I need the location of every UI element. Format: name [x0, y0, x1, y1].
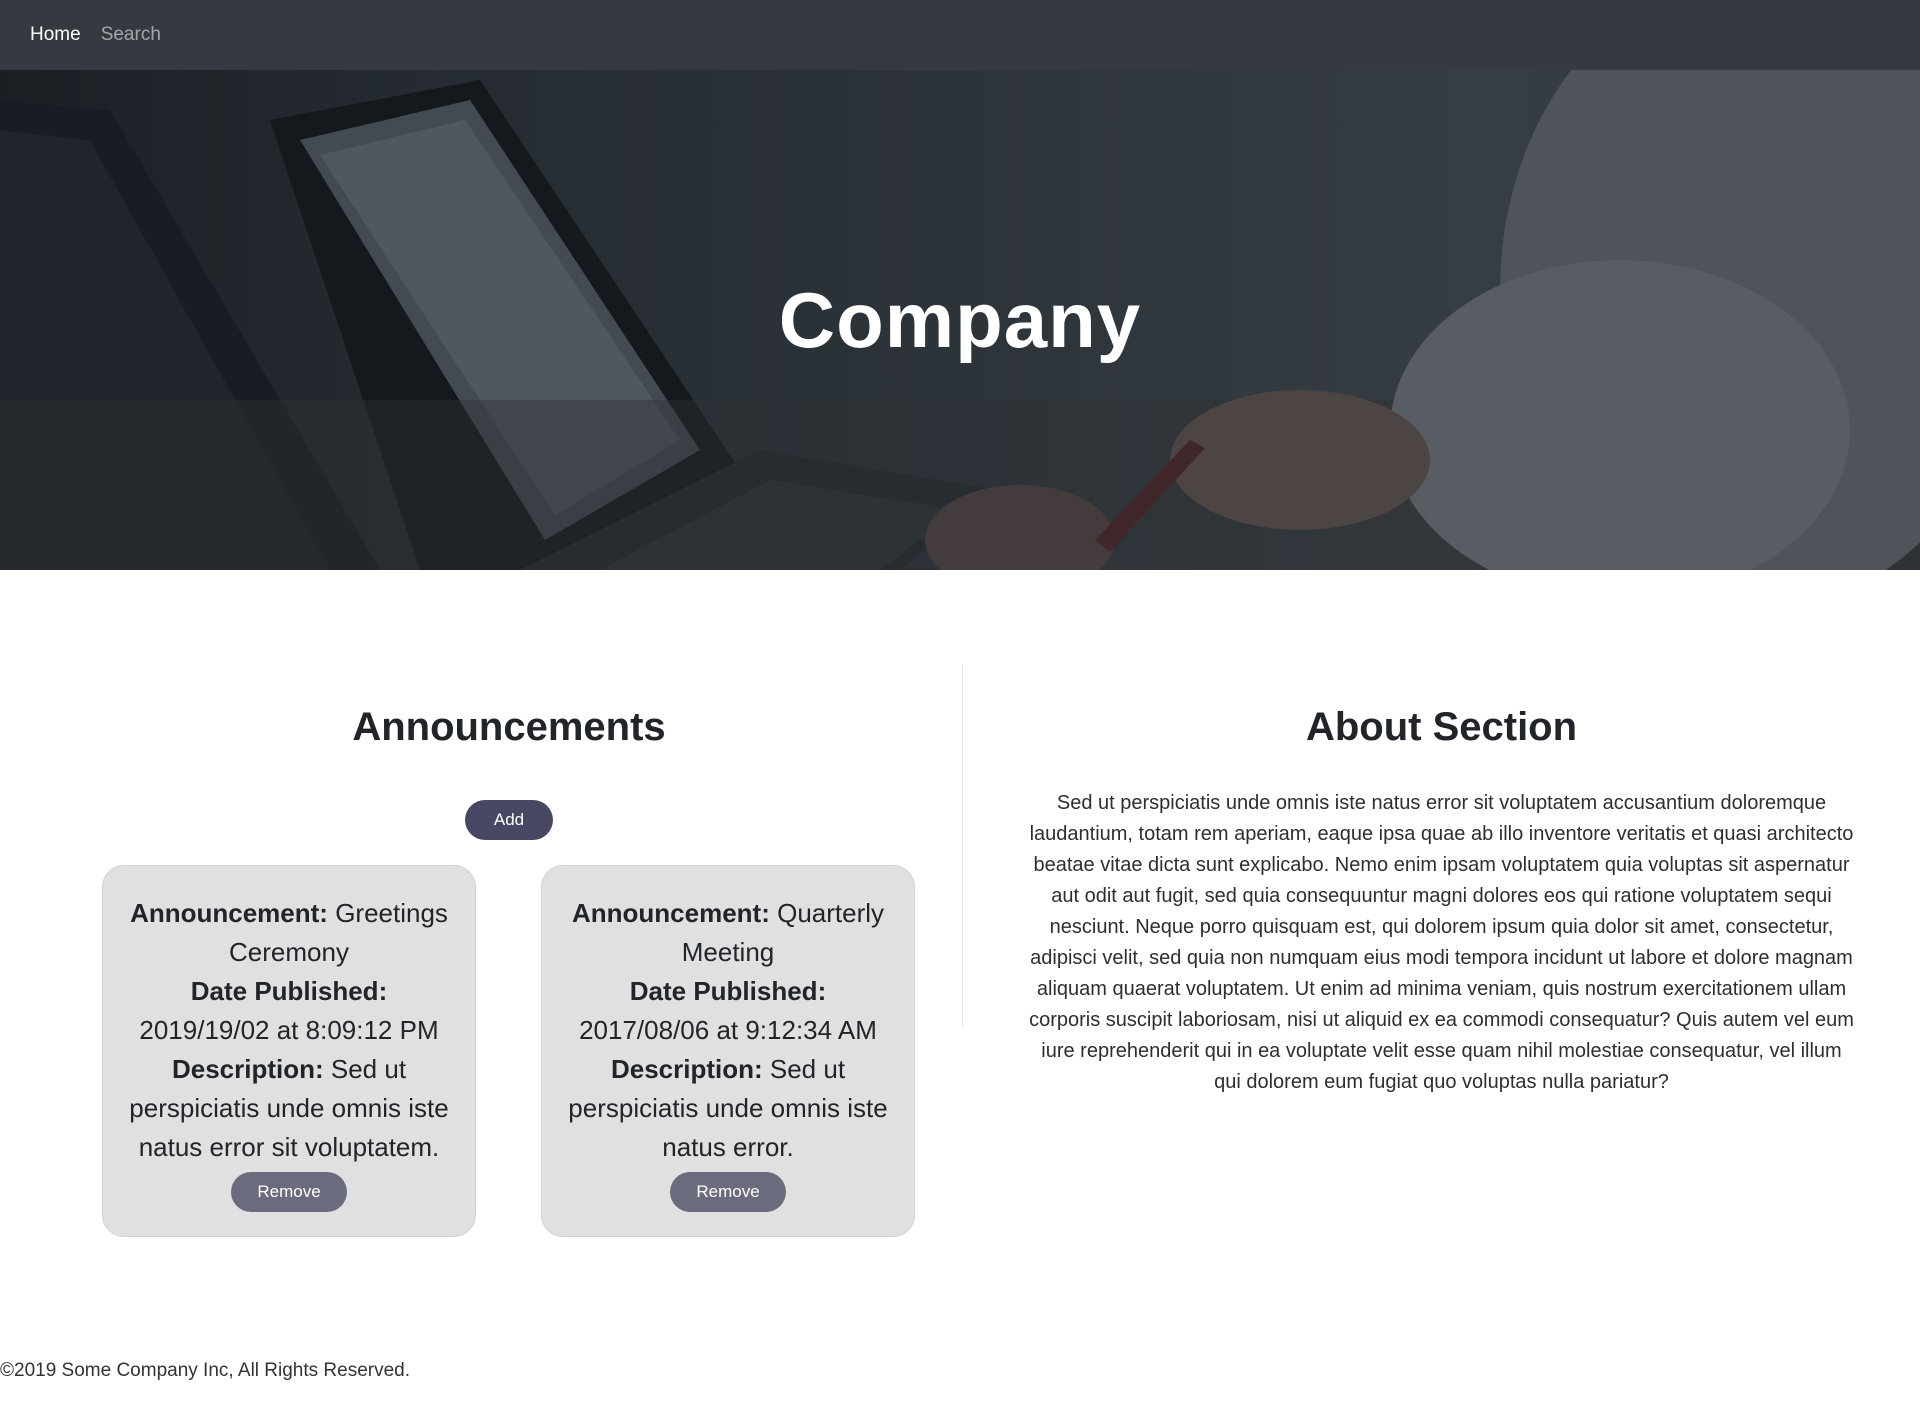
announcements-heading: Announcements	[352, 705, 666, 749]
date-published-value: 2019/19/02 at 8:09:12 PM	[139, 1015, 439, 1045]
about-section: About Section Sed ut perspiciatis unde o…	[963, 665, 1920, 1098]
announcement-label: Announcement:	[571, 898, 770, 928]
remove-announcement-button[interactable]: Remove	[670, 1172, 786, 1212]
nav-search-link[interactable]: Search	[101, 0, 161, 70]
announcements-section: Announcements Add Announcement: Greeting…	[0, 665, 962, 1237]
date-published-value: 2017/08/06 at 9:12:34 AM	[579, 1015, 877, 1045]
nav-home-link[interactable]: Home	[30, 0, 81, 70]
date-published-label: Date Published:	[190, 976, 388, 1006]
top-navbar: Home Search	[0, 0, 1920, 70]
date-published-label: Date Published:	[629, 976, 827, 1006]
description-label: Description:	[171, 1054, 324, 1084]
about-paragraph: Sed ut perspiciatis unde omnis iste natu…	[1029, 792, 1854, 1093]
about-heading: About Section	[1305, 705, 1578, 749]
remove-announcement-button[interactable]: Remove	[231, 1172, 347, 1212]
announcement-card: Announcement: Greetings Ceremony Date Pu…	[102, 865, 476, 1237]
announcement-card: Announcement: Quarterly Meeting Date Pub…	[541, 865, 915, 1237]
add-announcement-button[interactable]: Add	[465, 800, 553, 840]
announcement-label: Announcement:	[130, 898, 328, 928]
footer-copyright: ©2019 Some Company Inc, All Rights Reser…	[0, 1360, 411, 1381]
hero-banner: Company	[0, 70, 1920, 570]
description-label: Description:	[610, 1054, 763, 1084]
hero-title: Company	[778, 275, 1142, 364]
